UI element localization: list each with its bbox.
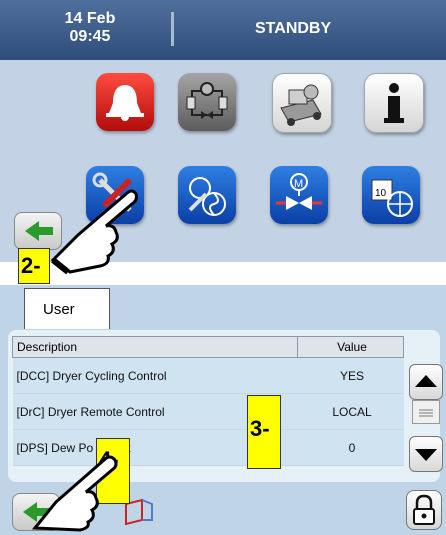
lock-icon bbox=[413, 494, 435, 525]
column-header-description: Description bbox=[12, 336, 298, 358]
header-divider bbox=[171, 12, 174, 46]
table-row[interactable]: [DCC] Dryer Cycling Control YES bbox=[12, 357, 404, 394]
fan-settings-button[interactable] bbox=[178, 166, 236, 224]
arrow-up-icon bbox=[415, 375, 437, 387]
main-menu-panel: 14 Feb 09:45 STANDBY M 10 2- bbox=[0, 0, 446, 284]
machine-status: STANDBY bbox=[255, 20, 332, 37]
svg-text:10: 10 bbox=[375, 188, 387, 199]
info-icon bbox=[384, 83, 404, 123]
tab-user[interactable]: User bbox=[24, 288, 110, 329]
bell-icon bbox=[106, 85, 144, 121]
pointing-hand-icon bbox=[50, 189, 138, 275]
scroll-thumb[interactable] bbox=[412, 400, 440, 424]
maintenance-cart-icon bbox=[280, 84, 322, 126]
date-time: 14 Feb 09:45 bbox=[50, 10, 130, 46]
status-header: 14 Feb 09:45 STANDBY bbox=[0, 0, 446, 60]
info-button[interactable] bbox=[364, 73, 424, 133]
step-2-label: 2- bbox=[18, 248, 50, 284]
scroll-down-button[interactable] bbox=[409, 436, 443, 472]
grip-icon bbox=[419, 409, 433, 417]
row-description: [DCC] Dryer Cycling Control bbox=[12, 357, 298, 394]
row-value[interactable]: YES bbox=[297, 357, 404, 394]
time-label: 09:45 bbox=[69, 28, 111, 45]
row-value[interactable]: LOCAL bbox=[297, 393, 404, 430]
motor-valve-button[interactable]: M bbox=[270, 166, 328, 224]
compressor-circuit-icon bbox=[186, 82, 228, 119]
pointing-hand-icon bbox=[31, 455, 118, 532]
row-value[interactable]: 0 bbox=[297, 429, 404, 466]
scroll-up-button[interactable] bbox=[409, 364, 443, 400]
column-header-value: Value bbox=[297, 336, 404, 358]
tab-user-label: User bbox=[43, 301, 75, 318]
maintenance-button[interactable] bbox=[272, 73, 332, 133]
svg-text:M: M bbox=[294, 178, 303, 190]
arrow-down-icon bbox=[415, 449, 437, 461]
date-label: 14 Feb bbox=[64, 10, 116, 27]
motor-valve-icon: M bbox=[276, 173, 322, 210]
step-3-label: 3- bbox=[247, 395, 281, 469]
table-row[interactable]: [DrC] Dryer Remote Control LOCAL bbox=[12, 393, 404, 430]
calendar-button[interactable]: 10 bbox=[362, 166, 420, 224]
calendar-globe-icon: 10 bbox=[371, 179, 413, 217]
lock-button[interactable] bbox=[406, 490, 442, 530]
alarm-button[interactable] bbox=[96, 73, 154, 131]
fan-tools-icon bbox=[188, 177, 226, 216]
compressor-circuit-button[interactable] bbox=[178, 73, 236, 131]
